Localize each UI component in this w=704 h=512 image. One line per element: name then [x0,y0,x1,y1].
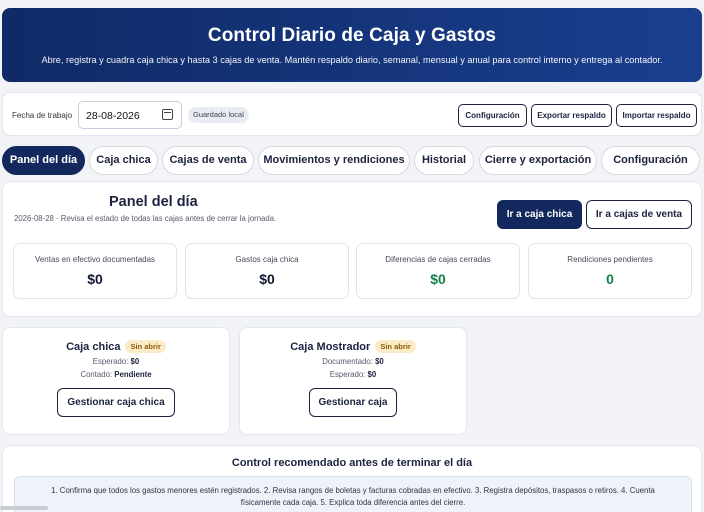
line-label: Esperado: [329,370,366,379]
go-petty-cash-button[interactable]: Ir a caja chica [497,200,582,229]
recommended-control-text: 1. Confirma que todos los gastos menores… [14,476,692,512]
line-value: $0 [375,357,384,366]
kpi-value: 0 [606,271,614,287]
tab-configuracion[interactable]: Configuración [601,146,700,175]
kpi-pending-reports: Rendiciones pendientes 0 [528,243,692,299]
panel-subtitle: 2026-08-28 · Revisa el estado de todas l… [14,214,277,223]
go-sales-registers-button[interactable]: Ir a cajas de venta [586,200,692,229]
horizontal-scrollbar[interactable] [0,506,48,510]
app-title: Control Diario de Caja y Gastos [207,25,497,46]
recommended-control-section: Control recomendado antes de terminar el… [2,445,702,512]
card-expected-line: Esperado: $0 [240,370,466,379]
card-title: Caja chica [66,341,121,353]
app-header: Control Diario de Caja y Gastos Abre, re… [2,8,702,82]
calendar-icon[interactable] [162,109,173,120]
line-value: Pendiente [114,370,152,379]
day-panel: Panel del día 2026-08-28 · Revisa el est… [2,181,702,317]
card-documented-line: Documentado: $0 [240,357,466,366]
status-badge: Sin abrir [375,340,416,353]
line-label: Documentado: [322,357,373,366]
kpi-closed-differences: Diferencias de cajas cerradas $0 [356,243,520,299]
kpi-label: Gastos caja chica [235,255,299,264]
kpi-cash-sales: Ventas en efectivo documentadas $0 [13,243,177,299]
line-value: $0 [130,357,140,366]
work-date-value: 28-08-2026 [86,110,140,122]
card-title-row: Caja chica Sin abrir [3,340,229,353]
export-backup-button[interactable]: Exportar respaldo [531,104,612,127]
status-badge: Sin abrir [125,340,166,353]
app-subtitle: Abre, registra y cuadra caja chica y has… [41,55,663,65]
tab-caja-chica[interactable]: Caja chica [89,146,158,175]
kpi-label: Diferencias de cajas cerradas [385,255,491,264]
import-backup-button[interactable]: Importar respaldo [616,104,697,127]
saved-status-badge: Guardado local [188,107,249,123]
work-toolbar: Fecha de trabajo 28-08-2026 Guardado loc… [2,92,702,136]
manage-petty-cash-button[interactable]: Gestionar caja chica [57,388,175,417]
kpi-petty-expenses: Gastos caja chica $0 [185,243,349,299]
card-counted-line: Contado: Pendiente [3,370,229,379]
recommended-control-title: Control recomendado antes de terminar el… [231,457,473,469]
card-title: Caja Mostrador [290,341,371,353]
line-label: Esperado: [92,357,129,366]
line-label: Contado: [80,370,113,379]
petty-cash-card: Caja chica Sin abrir Esperado: $0 Contado… [2,327,230,435]
card-title-row: Caja Mostrador Sin abrir [240,340,466,353]
line-value: $0 [367,370,377,379]
manage-register-button[interactable]: Gestionar caja [308,388,398,417]
tab-historial[interactable]: Historial [414,146,474,175]
date-label: Fecha de trabajo [12,111,73,120]
panel-title: Panel del día [109,194,198,210]
kpi-value: $0 [87,271,103,287]
counter-register-card: Caja Mostrador Sin abrir Documentado: $0 … [239,327,467,435]
work-date-input[interactable]: 28-08-2026 [78,101,182,129]
tab-movimientos[interactable]: Movimientos y rendiciones [258,146,410,175]
card-expected-line: Esperado: $0 [3,357,229,366]
config-button[interactable]: Configuración [458,104,527,127]
kpi-value: $0 [430,271,446,287]
tab-cajas-de-venta[interactable]: Cajas de venta [162,146,254,175]
tab-panel-del-dia[interactable]: Panel del día [2,146,85,175]
tab-cierre-exportacion[interactable]: Cierre y exportación [479,146,597,175]
kpi-value: $0 [259,271,275,287]
kpi-label: Ventas en efectivo documentadas [34,255,156,264]
kpi-label: Rendiciones pendientes [567,255,653,264]
